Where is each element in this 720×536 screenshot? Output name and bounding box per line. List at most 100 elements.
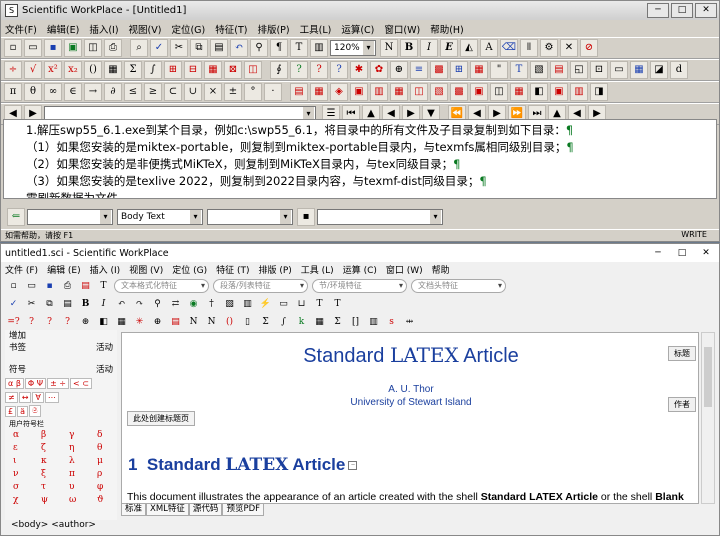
body-style-combo[interactable]: Body Text (117, 209, 203, 225)
superscript-icon[interactable]: x² (44, 61, 62, 79)
simplify-icon[interactable]: ? (24, 315, 39, 330)
tab-source[interactable]: 源代码 (188, 503, 223, 516)
maketitle-button[interactable]: 此处创建标题页 (127, 411, 195, 426)
function-name-icon[interactable]: s (384, 315, 399, 330)
greek-symbol-button[interactable]: λ (69, 456, 97, 466)
leq-icon[interactable]: ≤ (124, 83, 142, 101)
settings-icon[interactable]: ⚙ (540, 39, 558, 57)
greek-symbol-button[interactable]: ε (13, 443, 41, 453)
tex-button-icon[interactable]: T (330, 297, 345, 312)
paste-icon[interactable]: ▤ (210, 39, 228, 57)
copy-icon[interactable]: ⧉ (190, 39, 208, 57)
solve-icon[interactable]: ≡ (410, 61, 428, 79)
fragment-icon[interactable]: ▥ (240, 297, 255, 312)
new-document-icon[interactable]: ▫ (6, 279, 21, 294)
fields-icon[interactable]: ǁ (520, 39, 538, 57)
math-name-icon[interactable]: ∮ (270, 61, 288, 79)
matrix-icon[interactable]: ▦ (114, 315, 129, 330)
link-icon[interactable]: ⊡ (590, 61, 608, 79)
print-icon[interactable]: ⎙ (60, 279, 75, 294)
collapse-icon[interactable]: − (348, 461, 358, 471)
redo-icon[interactable]: ↷ (132, 297, 147, 312)
matrix-icon[interactable]: ▦ (104, 61, 122, 79)
tab-relations[interactable]: < ⊂ (70, 377, 92, 389)
text-tag-pill[interactable]: 文本格式化特征 (114, 279, 209, 293)
greek-symbol-button[interactable]: μ (97, 456, 117, 466)
menu-insert[interactable]: 插入 (I) (90, 263, 121, 276)
evaluate-icon[interactable]: =? (6, 315, 21, 330)
menu-go[interactable]: 定位(G) (171, 22, 205, 36)
plot-3d-icon[interactable]: ⊕ (390, 61, 408, 79)
tab-misc[interactable]: ∀ (32, 391, 44, 403)
fraction-icon[interactable]: ▯ (240, 315, 255, 330)
marker-icon[interactable]: ▦ (390, 83, 408, 101)
cut-icon[interactable]: ✂ (24, 297, 39, 312)
greek-symbol-button[interactable]: γ (69, 430, 97, 440)
open-folder-icon[interactable]: ▭ (24, 279, 39, 294)
table-icon[interactable]: ▦ (470, 61, 488, 79)
menu-tools[interactable]: 工具(L) (300, 22, 332, 36)
operator-icon[interactable]: ⊞ (164, 61, 182, 79)
tag-save-icon[interactable]: ▪ (297, 208, 315, 226)
stop-icon[interactable]: ⊘ (580, 39, 598, 57)
pdf-icon[interactable]: ▤ (78, 279, 93, 294)
insert-image-icon[interactable]: ▧ (530, 61, 548, 79)
menu-typeset[interactable]: 排版(P) (257, 22, 289, 36)
greek-symbol-button[interactable]: ω (69, 495, 97, 505)
tab-latin[interactable]: ä (17, 405, 28, 417)
subset-icon[interactable]: ⊂ (164, 83, 182, 101)
tex-field-icon[interactable]: T (312, 297, 327, 312)
subdoc-icon[interactable]: ▣ (470, 83, 488, 101)
tex-field-icon[interactable]: ▤ (290, 83, 308, 101)
greek-symbol-button[interactable]: ι (13, 456, 41, 466)
typeset-icon[interactable]: ▦ (630, 61, 648, 79)
plus-minus-icon[interactable]: ± (224, 83, 242, 101)
n-subscript-icon[interactable]: N (204, 315, 219, 330)
math-name-icon[interactable]: ▤ (168, 315, 183, 330)
tab-fraktur[interactable]: 𝔖 (29, 405, 41, 417)
define-icon[interactable]: ⊞ (450, 61, 468, 79)
paste-icon[interactable]: ▤ (60, 297, 75, 312)
italic-icon[interactable]: I (420, 39, 438, 57)
find-icon[interactable]: ⚲ (250, 39, 268, 57)
dot-icon[interactable]: · (264, 83, 282, 101)
sidebar-add-row[interactable]: 增加 (5, 330, 117, 342)
copy-icon[interactable]: ⧉ (42, 297, 57, 312)
evaluate-icon[interactable]: ? (290, 61, 308, 79)
menu-help[interactable]: 帮助(H) (430, 22, 464, 36)
pi-icon[interactable]: π (4, 83, 22, 101)
find-icon[interactable]: ⚲ (150, 297, 165, 312)
dirt-icon[interactable]: d (670, 61, 688, 79)
degree-icon[interactable]: ° (244, 83, 262, 101)
integral-icon[interactable]: ∫ (144, 61, 162, 79)
greek-symbol-button[interactable]: ν (13, 469, 41, 479)
tex-button-icon[interactable]: T (510, 61, 528, 79)
item-tag-combo[interactable] (317, 209, 443, 225)
greek-symbol-button[interactable]: χ (13, 495, 41, 505)
index-icon[interactable]: ▥ (370, 83, 388, 101)
open-folder-icon[interactable]: ▭ (24, 39, 42, 57)
minimize-button[interactable]: ─ (647, 3, 669, 18)
factor-icon[interactable]: ✱ (350, 61, 368, 79)
italic-icon[interactable]: I (96, 297, 111, 312)
tab-arrows[interactable]: ↔ (18, 391, 32, 403)
globe-icon[interactable]: ◉ (186, 297, 201, 312)
menu-file[interactable]: 文件 (F) (5, 263, 38, 276)
page-break-icon[interactable]: ◫ (490, 83, 508, 101)
tab-operators[interactable]: ± ÷ (47, 377, 70, 389)
note-field-icon[interactable]: ▩ (450, 83, 468, 101)
tools-icon[interactable]: ✕ (560, 39, 578, 57)
integral-icon[interactable]: ∫ (276, 315, 291, 330)
space-icon[interactable]: ⊔ (294, 297, 309, 312)
greek-symbol-button[interactable]: υ (69, 482, 97, 492)
quote-icon[interactable]: " (490, 61, 508, 79)
geq-icon[interactable]: ≥ (144, 83, 162, 101)
accent-icon[interactable]: ▥ (366, 315, 381, 330)
plot-2d-icon[interactable]: ✳ (132, 315, 147, 330)
replace-icon[interactable]: ⇄ (168, 297, 183, 312)
evaluate-numeric-icon[interactable]: ? (310, 61, 328, 79)
menu-view[interactable]: 视图 (V) (129, 263, 163, 276)
menu-compute[interactable]: 运算 (C) (343, 263, 377, 276)
save-icon[interactable]: ▪ (42, 279, 57, 294)
greek-symbol-button[interactable]: β (41, 430, 69, 440)
